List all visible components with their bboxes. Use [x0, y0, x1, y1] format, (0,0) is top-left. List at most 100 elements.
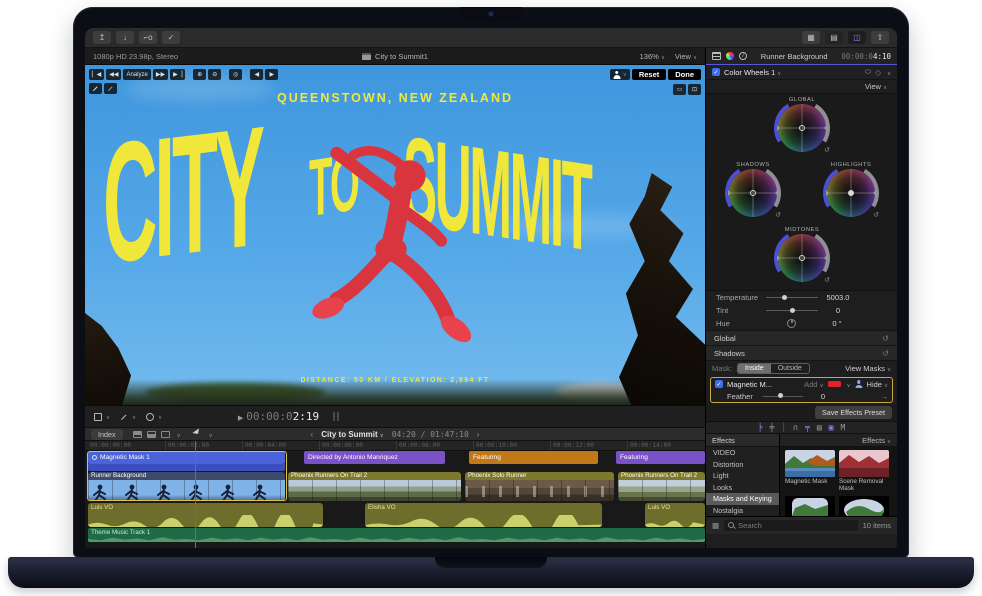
- index-button[interactable]: Index: [91, 429, 123, 440]
- wheel-reset-icon[interactable]: ↺: [824, 146, 830, 154]
- mask-inside-outside-segment[interactable]: Inside Outside: [737, 363, 810, 374]
- clip-appearance-icon[interactable]: [147, 431, 156, 438]
- share-project-icon[interactable]: ↥: [93, 31, 111, 44]
- browser-toggle-icon[interactable]: ▦: [802, 31, 820, 44]
- audio-monitor-icon[interactable]: ∩: [793, 423, 798, 432]
- clip-phoenix-runners-1[interactable]: Phoenix Runners On Trail 2: [288, 472, 461, 501]
- info-inspector-icon[interactable]: i: [739, 52, 747, 60]
- subject-icon[interactable]: [855, 380, 863, 388]
- mask-color-swatch[interactable]: [828, 381, 841, 387]
- effect-draw-mask[interactable]: [785, 496, 835, 516]
- playhead[interactable]: [195, 441, 196, 548]
- highlights-wheel[interactable]: HIGHLIGHTS ↺: [819, 162, 883, 217]
- clip-phoenix-runners-2[interactable]: Phoenix Runners On Trail 2: [618, 472, 705, 501]
- feather-slider[interactable]: [763, 396, 803, 397]
- timeline-ruler[interactable]: 00:00:00:00 00:00:02:00 00:00:04:00 00:0…: [85, 441, 705, 451]
- prev-icon[interactable]: ◀: [250, 69, 263, 80]
- share-icon[interactable]: ⇧: [871, 31, 889, 44]
- media-browser-icon[interactable]: ▣: [829, 423, 834, 432]
- save-effects-preset-button[interactable]: Save Effects Preset: [815, 406, 892, 419]
- midtones-wheel[interactable]: MIDTONES ↺: [770, 227, 834, 282]
- mask-add-menu[interactable]: Add: [804, 380, 823, 389]
- magnetic-mask-row[interactable]: ✓ Magnetic M... Add Hide: [711, 378, 892, 390]
- clip-appearance-icon[interactable]: [161, 431, 170, 438]
- clip-phoenix-solo-runner[interactable]: Phoenix Solo Runner: [465, 472, 614, 501]
- category-masks-and-keying[interactable]: Masks and Keying: [706, 493, 779, 505]
- clip-appearance-menu[interactable]: [175, 430, 181, 439]
- category-nostalgia[interactable]: Nostalgia: [706, 505, 779, 517]
- mask-hide-menu[interactable]: Hide: [867, 380, 888, 389]
- audio-meters-icon[interactable]: [333, 412, 340, 421]
- timeline-toggle-icon[interactable]: ▤: [825, 31, 843, 44]
- keyword-editor-icon[interactable]: ⌐o: [139, 31, 157, 44]
- effects-sort-menu[interactable]: Effects: [862, 436, 891, 445]
- hue-dial[interactable]: [787, 319, 796, 328]
- global-section-row[interactable]: Global↺: [706, 330, 897, 345]
- clip-runner-background[interactable]: Runner Background: [88, 472, 285, 501]
- arrow-tool-icon[interactable]: [192, 428, 203, 439]
- wheel-reset-icon[interactable]: ↺: [775, 211, 781, 219]
- clip-featuring-1[interactable]: Featuring: [469, 451, 598, 464]
- mask-enabled-checkbox[interactable]: ✓: [715, 380, 723, 388]
- keyframe-icon[interactable]: ◇: [875, 68, 881, 77]
- category-looks[interactable]: Looks: [706, 482, 779, 494]
- zoom-in-icon[interactable]: ⊕: [193, 69, 206, 80]
- next-icon[interactable]: ▶: [265, 69, 278, 80]
- category-distortion[interactable]: Distortion: [706, 459, 779, 471]
- clip-luis-vo-1[interactable]: Luis VO: [88, 503, 323, 527]
- swatch-chevron[interactable]: [845, 380, 851, 389]
- overwrite-edit-icon[interactable]: ▤: [817, 423, 822, 432]
- inspector-toggle-icon[interactable]: ◫: [848, 31, 866, 44]
- insert-edit-icon[interactable]: ╪: [770, 423, 775, 432]
- temperature-slider[interactable]: [766, 297, 818, 298]
- effects-search-field[interactable]: Search: [724, 520, 858, 531]
- wheel-reset-icon[interactable]: ↺: [824, 276, 830, 284]
- reset-button[interactable]: Reset: [632, 69, 666, 80]
- mask-shape-icon[interactable]: ⬭: [865, 67, 871, 77]
- background-tasks-icon[interactable]: ✓: [162, 31, 180, 44]
- view-masks-menu[interactable]: View Masks: [845, 364, 891, 373]
- color-wheels-effect-row[interactable]: ✓ Color Wheels 1 ⬭ ◇: [706, 65, 897, 80]
- mask-overlay-icon[interactable]: ▭: [673, 84, 686, 95]
- effect-options-chevron[interactable]: [885, 68, 891, 77]
- skip-to-start-icon[interactable]: ▏◀: [89, 69, 104, 80]
- inside-segment[interactable]: Inside: [738, 364, 771, 373]
- effect-scene-removal-mask[interactable]: Scene Removal Mask: [839, 450, 889, 492]
- import-media-icon[interactable]: ↓: [116, 31, 134, 44]
- category-light[interactable]: Light: [706, 470, 779, 482]
- analyze-button[interactable]: Analyze: [123, 69, 150, 80]
- tool-menu[interactable]: [207, 430, 213, 439]
- outside-segment[interactable]: Outside: [771, 364, 809, 373]
- viewer-canvas[interactable]: QUEENSTOWN, NEW ZEALAND CITY TO SUMMIT: [85, 65, 705, 405]
- tint-slider[interactable]: [766, 310, 818, 311]
- shadows-wheel[interactable]: SHADOWS ↺: [721, 162, 785, 217]
- sidebar-toggle-icon[interactable]: ▦: [712, 521, 719, 530]
- prev-project-icon[interactable]: ‹: [311, 430, 314, 439]
- step-back-icon[interactable]: ◀◀: [106, 69, 121, 80]
- skip-to-end-icon[interactable]: ▶▕: [170, 69, 185, 80]
- wheels-view-menu[interactable]: View: [865, 82, 887, 91]
- effect-magnetic-mask[interactable]: Magnetic Mask: [785, 450, 835, 492]
- subject-picker-icon[interactable]: [610, 69, 630, 80]
- video-inspector-icon[interactable]: [712, 52, 721, 60]
- effects-browser-icon[interactable]: M: [840, 423, 845, 432]
- connect-edit-icon[interactable]: ╞: [758, 423, 763, 432]
- step-forward-icon[interactable]: ▶▶: [153, 69, 168, 80]
- draw-exclude-icon[interactable]: [104, 83, 117, 94]
- next-project-icon[interactable]: ›: [477, 430, 480, 439]
- append-edit-icon[interactable]: ╤: [805, 423, 810, 432]
- clip-elisha-vo[interactable]: Elisha VO: [365, 503, 602, 527]
- global-wheel[interactable]: GLOBAL ↺: [770, 97, 834, 152]
- project-name-menu[interactable]: City to Summit: [321, 430, 383, 439]
- clip-theme-music[interactable]: Theme Music Track 1: [88, 528, 705, 542]
- reset-icon[interactable]: ↺: [882, 334, 889, 343]
- effect-enabled-checkbox[interactable]: ✓: [712, 68, 720, 76]
- shadows-section-row[interactable]: Shadows↺: [706, 345, 897, 360]
- mask-view-icon[interactable]: ⊡: [688, 84, 701, 95]
- clip-directed-by[interactable]: Directed by Antonio Manriquez: [304, 451, 445, 464]
- target-icon[interactable]: ◎: [229, 69, 242, 80]
- zoom-out-icon[interactable]: ⊖: [208, 69, 221, 80]
- clip-magnetic-mask-1[interactable]: Magnetic Mask 1: [88, 451, 285, 464]
- effect-shape-mask[interactable]: [839, 496, 889, 516]
- keyframe-next-icon[interactable]: →: [881, 392, 889, 401]
